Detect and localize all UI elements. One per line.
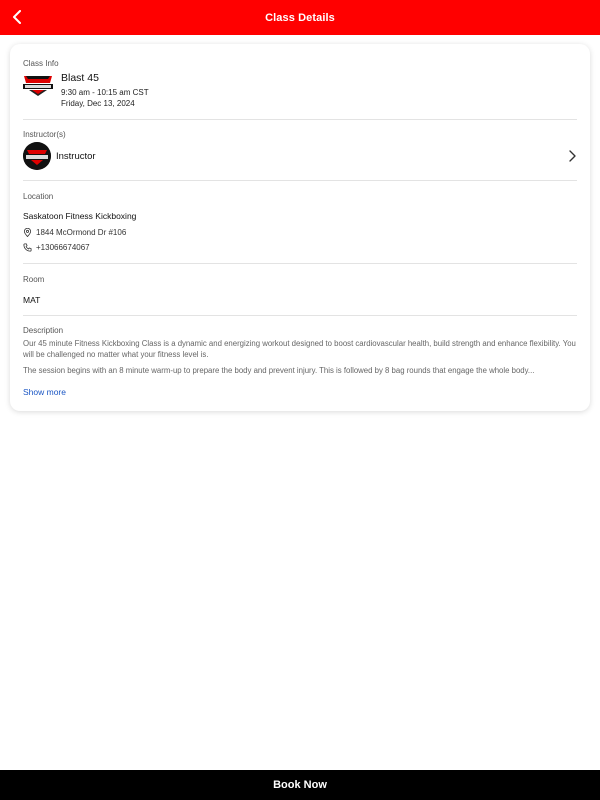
divider	[23, 119, 577, 120]
divider	[23, 315, 577, 316]
header-bar: Class Details	[0, 0, 600, 35]
instructor-label: Instructor(s)	[23, 130, 66, 139]
book-now-button[interactable]: Book Now	[0, 770, 600, 800]
description-label: Description	[23, 326, 64, 335]
map-pin-icon	[23, 228, 32, 237]
divider	[23, 263, 577, 264]
instructor-row[interactable]: Instructor	[23, 142, 577, 170]
class-time: 9:30 am - 10:15 am CST	[61, 88, 149, 97]
kickboxing-logo-icon	[23, 76, 53, 96]
class-name: Blast 45	[61, 72, 99, 84]
back-button[interactable]	[5, 5, 29, 29]
divider	[23, 180, 577, 181]
avatar	[23, 142, 51, 170]
instructor-name: Instructor	[56, 151, 96, 162]
class-info-label: Class Info	[23, 59, 59, 68]
class-details-card: Class Info Blast 45 9:30 am - 10:15 am C…	[10, 44, 590, 411]
chevron-right-icon	[569, 150, 576, 162]
room-value: MAT	[23, 295, 41, 305]
chevron-left-icon	[13, 10, 21, 24]
location-address: 1844 McOrmond Dr #106	[36, 228, 127, 237]
phone-icon	[23, 243, 32, 252]
page-title: Class Details	[265, 11, 335, 24]
location-label: Location	[23, 192, 54, 201]
class-date: Friday, Dec 13, 2024	[61, 99, 135, 108]
room-label: Room	[23, 275, 45, 284]
show-more-link[interactable]: Show more	[23, 387, 66, 397]
kickboxing-logo-avatar	[23, 142, 51, 170]
book-now-label: Book Now	[273, 779, 327, 791]
description-paragraph: Our 45 minute Fitness Kickboxing Class i…	[23, 339, 576, 359]
location-phone: +13066674067	[36, 243, 90, 252]
location-name: Saskatoon Fitness Kickboxing	[23, 211, 137, 221]
location-phone-row[interactable]: +13066674067	[23, 243, 90, 252]
description-paragraph: The session begins with an 8 minute warm…	[23, 366, 535, 375]
location-address-row[interactable]: 1844 McOrmond Dr #106	[23, 228, 126, 237]
